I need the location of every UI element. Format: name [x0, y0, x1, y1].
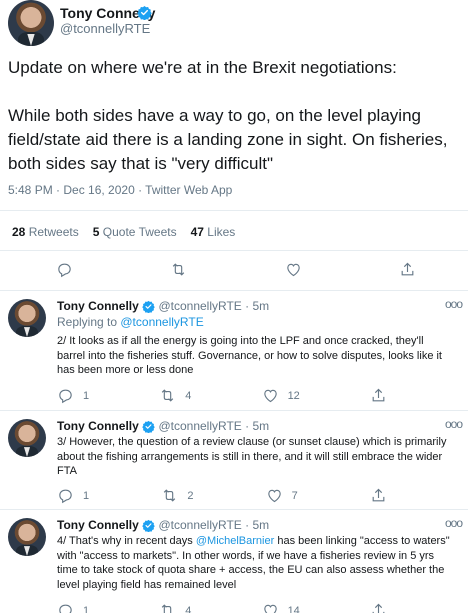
tweet-text: Update on where we're at in the Brexit n…: [8, 58, 448, 173]
share-button[interactable]: [370, 387, 387, 404]
reply-icon: [57, 387, 74, 404]
tweet-meta[interactable]: 5:48 PM · Dec 16, 2020 · Twitter Web App: [8, 183, 232, 197]
avatar[interactable]: [8, 419, 46, 457]
share-button[interactable]: [370, 602, 387, 613]
quotes-stat[interactable]: 5 Quote Tweets: [93, 225, 177, 239]
likes-stat[interactable]: 47 Likes: [191, 225, 236, 239]
reply-tweet[interactable]: Tony Connelly @tconnellyRTE · 5m ooo 3/ …: [0, 417, 468, 509]
more-icon[interactable]: ooo: [445, 417, 463, 431]
retweet-button[interactable]: 4: [159, 602, 191, 613]
retweet-icon: [159, 387, 176, 404]
replying-to-link[interactable]: @tconnellyRTE: [120, 315, 203, 329]
like-icon: [285, 261, 302, 278]
author-handle[interactable]: @tconnellyRTE · 5m: [158, 299, 269, 313]
reply-tweet[interactable]: Tony Connelly @tconnellyRTE · 5m ooo Rep…: [0, 297, 468, 409]
reply-header: Tony Connelly @tconnellyRTE · 5m: [57, 299, 269, 313]
author-handle[interactable]: @tconnellyRTE · 5m: [158, 419, 269, 433]
retweet-button[interactable]: 4: [159, 387, 191, 404]
share-button[interactable]: [399, 261, 416, 278]
reply-button[interactable]: [56, 261, 73, 278]
retweet-icon: [161, 487, 178, 504]
verified-badge-icon: [142, 300, 155, 313]
author-handle[interactable]: @tconnellyRTE · 5m: [158, 518, 269, 532]
reply-actions: 1 4 14: [57, 602, 387, 613]
retweet-icon: [159, 602, 176, 613]
retweet-button[interactable]: 2: [161, 487, 193, 504]
reply-header: Tony Connelly @tconnellyRTE · 5m: [57, 518, 269, 532]
like-icon: [262, 387, 279, 404]
tweet-stats: 28 Retweets 5 Quote Tweets 47 Likes: [12, 225, 235, 239]
divider: [0, 290, 468, 291]
share-icon: [370, 387, 387, 404]
author-name[interactable]: Tony Connelly: [57, 299, 139, 313]
tweet-text: 4/ That's why in recent days @MichelBarn…: [57, 535, 450, 591]
like-button[interactable]: [285, 261, 302, 278]
reply-icon: [56, 261, 73, 278]
share-icon: [399, 261, 416, 278]
like-icon: [266, 487, 283, 504]
main-actions: [56, 261, 416, 278]
author-handle[interactable]: @tconnellyRTE: [60, 21, 150, 36]
tweet-text: 3/ However, the question of a review cla…: [57, 436, 447, 477]
reply-header: Tony Connelly @tconnellyRTE · 5m: [57, 419, 269, 433]
share-icon: [370, 487, 387, 504]
retweet-button[interactable]: [170, 261, 187, 278]
verified-badge-icon: [137, 5, 152, 20]
share-button[interactable]: [370, 487, 387, 504]
reply-icon: [57, 602, 74, 613]
retweet-icon: [170, 261, 187, 278]
reply-actions: 1 4 12: [57, 387, 387, 404]
reply-actions: 1 2 7: [57, 487, 387, 504]
divider: [0, 410, 468, 411]
reply-button[interactable]: 1: [57, 602, 89, 613]
author-name[interactable]: Tony Connelly: [57, 419, 139, 433]
retweets-stat[interactable]: 28 Retweets: [12, 225, 79, 239]
reply-button[interactable]: 1: [57, 387, 89, 404]
divider: [0, 509, 468, 510]
mention-link[interactable]: @MichelBarnier: [196, 535, 274, 547]
reply-tweet[interactable]: Tony Connelly @tconnellyRTE · 5m ooo 4/ …: [0, 516, 468, 613]
avatar[interactable]: [8, 0, 54, 46]
avatar[interactable]: [8, 518, 46, 556]
reply-icon: [57, 487, 74, 504]
like-button[interactable]: 14: [262, 602, 300, 613]
verified-badge-icon: [142, 519, 155, 532]
reply-button[interactable]: 1: [57, 487, 89, 504]
like-button[interactable]: 12: [262, 387, 300, 404]
like-button[interactable]: 7: [266, 487, 298, 504]
more-icon[interactable]: ooo: [445, 297, 463, 311]
verified-badge-icon: [142, 420, 155, 433]
more-icon[interactable]: ooo: [445, 516, 463, 530]
like-icon: [262, 602, 279, 613]
avatar[interactable]: [8, 299, 46, 337]
author-name[interactable]: Tony Connelly: [57, 518, 139, 532]
divider: [0, 210, 468, 211]
divider: [0, 250, 468, 251]
replying-to: Replying to @tconnellyRTE: [57, 315, 204, 329]
tweet-text: 2/ It looks as if all the energy is goin…: [57, 335, 442, 376]
share-icon: [370, 602, 387, 613]
